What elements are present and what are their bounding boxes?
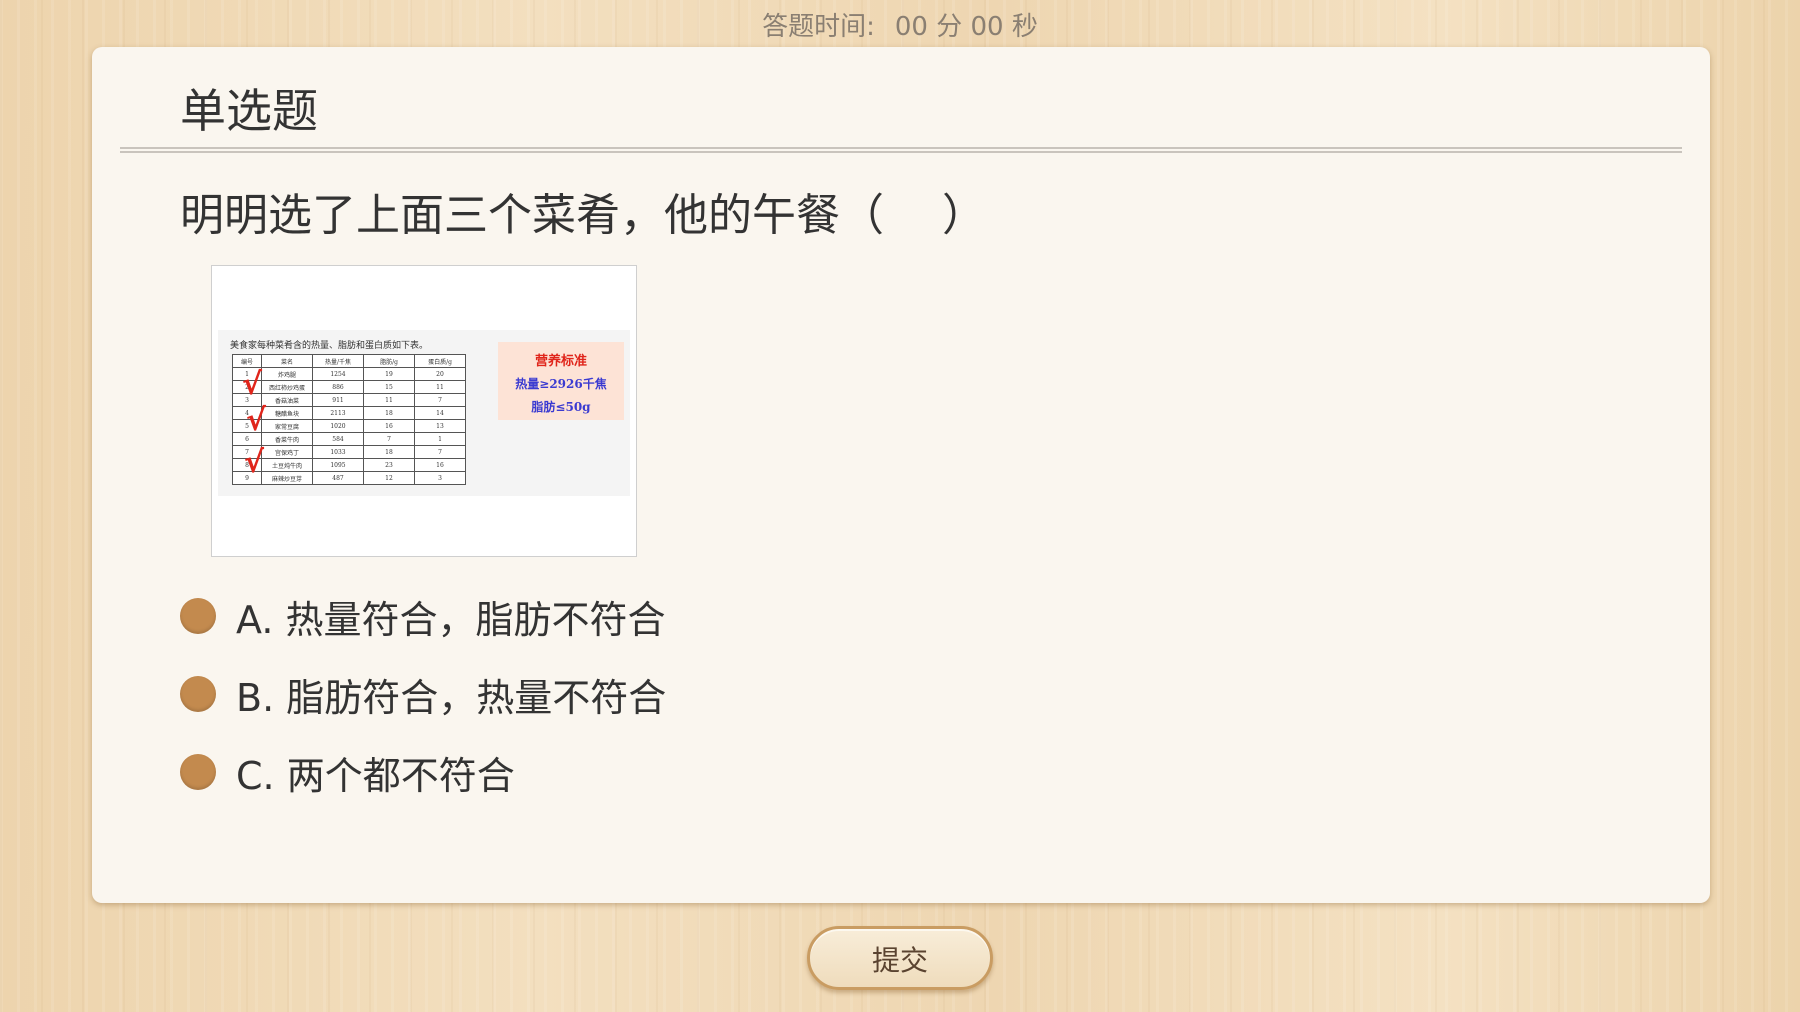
table-cell: 1254 [312,367,364,381]
nutrition-table: 编号 菜名 热量/千焦 脂肪/g 蛋白质/g 1 炸鸡腿 1254 19 20 2 西红柿炒鸡蛋 886… [232,354,466,485]
table-row: 9 麻辣炒豆芽 487 12 3 [232,471,466,485]
option-label: B. 脂肪符合，热量不符合 [236,675,667,720]
table-row: 7 宫保鸡丁 1033 18 7 [232,445,466,459]
table-cell: 18 [363,406,415,420]
option-a[interactable]: A. 热量符合，脂肪不符合 [180,577,666,655]
radio-circle-icon[interactable] [180,598,216,634]
title-divider [120,147,1682,153]
table-cell: 20 [414,367,466,381]
check-mark-icon: √ [244,445,265,480]
table-cell: 911 [312,393,364,407]
table-cell: 蛋白质/g [414,354,466,368]
table-cell: 3 [414,471,466,485]
table-cell: 23 [363,458,415,472]
table-row: 4 糖醋鱼块 2113 18 14 [232,406,466,420]
question-figure: 美食家每种菜肴含的热量、脂肪和蛋白质如下表。 编号 菜名 热量/千焦 脂肪/g 蛋白质/… [211,265,637,557]
table-row: 5 家常豆腐 1020 16 13 [232,419,466,433]
table-cell: 热量/千焦 [312,354,364,368]
check-mark-icon: √ [242,367,263,402]
table-cell: 15 [363,380,415,394]
table-row: 编号 菜名 热量/千焦 脂肪/g 蛋白质/g [232,354,466,368]
table-cell: 1 [414,432,466,446]
figure-caption: 美食家每种菜肴含的热量、脂肪和蛋白质如下表。 [230,341,429,351]
table-cell: 584 [312,432,364,446]
option-label: C. 两个都不符合 [236,753,515,798]
answer-timer: 答题时间: 00 分 00 秒 [0,6,1800,43]
table-cell: 13 [414,419,466,433]
table-cell: 编号 [232,354,262,368]
table-cell: 1033 [312,445,364,459]
table-cell: 7 [414,393,466,407]
standard-calorie: 热量≥2926千焦 [515,377,607,391]
question-type-title: 单选题 [180,84,318,138]
table-cell: 7 [363,432,415,446]
timer-label: 答题时间: [762,12,875,42]
table-cell: 487 [312,471,364,485]
table-cell: 16 [414,458,466,472]
table-row: 8 土豆炖牛肉 1095 23 16 [232,458,466,472]
table-cell: 宫保鸡丁 [261,445,313,459]
table-row: 1 炸鸡腿 1254 19 20 [232,367,466,381]
table-cell: 14 [414,406,466,420]
table-row: 6 香菜牛肉 584 7 1 [232,432,466,446]
table-row: 2 西红柿炒鸡蛋 886 15 11 [232,380,466,394]
table-cell: 886 [312,380,364,394]
table-row: 3 香菇油菜 911 11 7 [232,393,466,407]
table-cell: 脂肪/g [363,354,415,368]
table-cell: 12 [363,471,415,485]
table-cell: 糖醋鱼块 [261,406,313,420]
question-card: 单选题 明明选了上面三个菜肴，他的午餐（ ） 美食家每种菜肴含的热量、脂肪和蛋白… [92,47,1710,903]
option-label: A. 热量符合，脂肪不符合 [236,597,666,642]
nutrition-standard-box: 营养标准 热量≥2926千焦 脂肪≤50g [498,342,624,420]
radio-circle-icon[interactable] [180,754,216,790]
table-cell: 家常豆腐 [261,419,313,433]
table-cell: 11 [363,393,415,407]
standard-fat: 脂肪≤50g [531,400,591,414]
table-cell: 菜名 [261,354,313,368]
table-cell: 香菜牛肉 [261,432,313,446]
table-cell: 1095 [312,458,364,472]
table-cell: 炸鸡腿 [261,367,313,381]
check-mark-icon: √ [246,403,267,438]
table-cell: 2113 [312,406,364,420]
table-cell: 西红柿炒鸡蛋 [261,380,313,394]
option-c[interactable]: C. 两个都不符合 [180,733,666,811]
timer-value: 00 分 00 秒 [894,12,1038,42]
table-cell: 土豆炖牛肉 [261,458,313,472]
standard-title: 营养标准 [534,354,587,369]
option-list: A. 热量符合，脂肪不符合 B. 脂肪符合，热量不符合 C. 两个都不符合 [180,577,666,811]
option-b[interactable]: B. 脂肪符合，热量不符合 [180,655,666,733]
table-cell: 香菇油菜 [261,393,313,407]
radio-circle-icon[interactable] [180,676,216,712]
table-cell: 18 [363,445,415,459]
table-cell: 7 [414,445,466,459]
table-cell: 16 [363,419,415,433]
table-cell: 麻辣炒豆芽 [261,471,313,485]
table-cell: 19 [363,367,415,381]
table-cell: 1020 [312,419,364,433]
question-text: 明明选了上面三个菜肴，他的午餐（ ） [180,190,986,241]
submit-button[interactable]: 提交 [807,926,993,990]
table-cell: 11 [414,380,466,394]
